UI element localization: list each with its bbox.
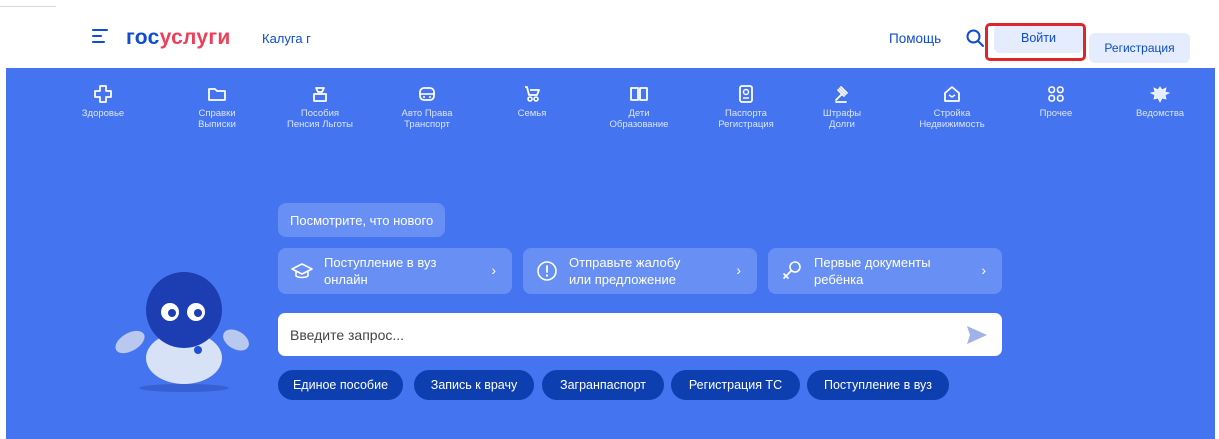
gavel-icon — [835, 86, 848, 103]
category-benefits[interactable]: Пособия Пенсия Льготы — [265, 84, 375, 130]
chevron-right-icon: › — [491, 262, 496, 278]
rattle-icon — [783, 261, 801, 279]
category-fines[interactable]: Штрафы Долги — [787, 84, 897, 130]
passport-icon — [739, 85, 753, 103]
promo-first-documents[interactable]: Первые документы ребёнка › — [768, 248, 1002, 294]
promo-complaint[interactable]: Отправьте жалобу или предложение › — [523, 248, 757, 294]
menu-icon[interactable] — [92, 29, 108, 45]
alert-icon — [537, 261, 557, 281]
category-agencies[interactable]: Ведомства — [1105, 84, 1215, 119]
emblem-icon — [1149, 86, 1171, 103]
category-children[interactable]: Дети Образование — [584, 84, 694, 130]
category-label: Стройка Недвижимость — [919, 108, 985, 130]
chip-vehicle-registration[interactable]: Регистрация ТС — [671, 370, 800, 400]
house-icon — [944, 86, 960, 102]
stroller-icon — [525, 86, 540, 102]
robot-mascot — [115, 272, 249, 392]
category-label: Ведомства — [1135, 108, 1185, 119]
category-other[interactable]: Прочее — [1001, 84, 1111, 119]
browser-top-strip — [0, 0, 1219, 10]
chip-foreign-passport[interactable]: Загранпаспорт — [542, 370, 664, 400]
chevron-right-icon: › — [736, 262, 741, 278]
hero-panel: Здоровье Справки Выписки Пособия Пенсия … — [6, 68, 1215, 439]
category-auto[interactable]: Авто Права Транспорт — [372, 84, 482, 130]
tab-corner — [0, 0, 56, 7]
category-health[interactable]: Здоровье — [48, 84, 158, 119]
category-label: Авто Права Транспорт — [401, 108, 453, 130]
car-icon — [419, 87, 435, 101]
category-label: Прочее — [1039, 108, 1073, 119]
chip-unified-benefit[interactable]: Единое пособие — [278, 370, 403, 400]
search-input[interactable] — [290, 313, 930, 356]
search-box[interactable] — [278, 313, 1002, 356]
book-icon — [630, 87, 648, 101]
chip-university-admission[interactable]: Поступление в вуз — [807, 370, 949, 400]
category-label: Справки Выписки — [198, 108, 236, 130]
logo-part-uslugi: услуги — [159, 26, 231, 49]
promo-university[interactable]: Поступление в вуз онлайн › — [278, 248, 512, 294]
promo-text: Первые документы ребёнка — [814, 255, 931, 287]
help-link[interactable]: Помощь — [889, 31, 941, 46]
region-selector[interactable]: Калуга г — [262, 31, 311, 46]
chevron-right-icon: › — [981, 262, 986, 278]
search-icon[interactable] — [965, 28, 985, 48]
category-label: Штрафы Долги — [822, 108, 862, 130]
register-button[interactable]: Регистрация — [1089, 33, 1190, 63]
category-family[interactable]: Семья — [477, 84, 587, 119]
grid-icon — [1048, 86, 1064, 102]
category-certificates[interactable]: Справки Выписки — [162, 84, 272, 130]
whats-new-button[interactable]: Посмотрите, что нового — [278, 203, 446, 237]
category-construction[interactable]: Стройка Недвижимость — [897, 84, 1007, 130]
category-label: Пособия Пенсия Льготы — [287, 108, 353, 130]
chip-doctor-appointment[interactable]: Запись к врачу — [414, 370, 534, 400]
wallet-icon — [313, 87, 327, 102]
promo-text: Поступление в вуз онлайн — [324, 255, 437, 287]
gosuslugi-logo[interactable]: госуслуги — [126, 26, 231, 50]
send-icon[interactable] — [966, 325, 988, 345]
folder-icon — [208, 88, 226, 101]
health-icon — [94, 85, 112, 103]
category-label: Дети Образование — [609, 108, 669, 130]
login-highlight-frame — [985, 23, 1086, 61]
category-label: Паспорта Регистрация — [718, 108, 774, 130]
graduation-cap-icon — [291, 263, 313, 279]
category-passports[interactable]: Паспорта Регистрация — [691, 84, 801, 130]
logo-part-gos: гос — [126, 26, 160, 49]
promo-text: Отправьте жалобу или предложение — [569, 255, 681, 287]
category-label: Здоровье — [81, 108, 125, 119]
category-label: Семья — [517, 108, 547, 119]
